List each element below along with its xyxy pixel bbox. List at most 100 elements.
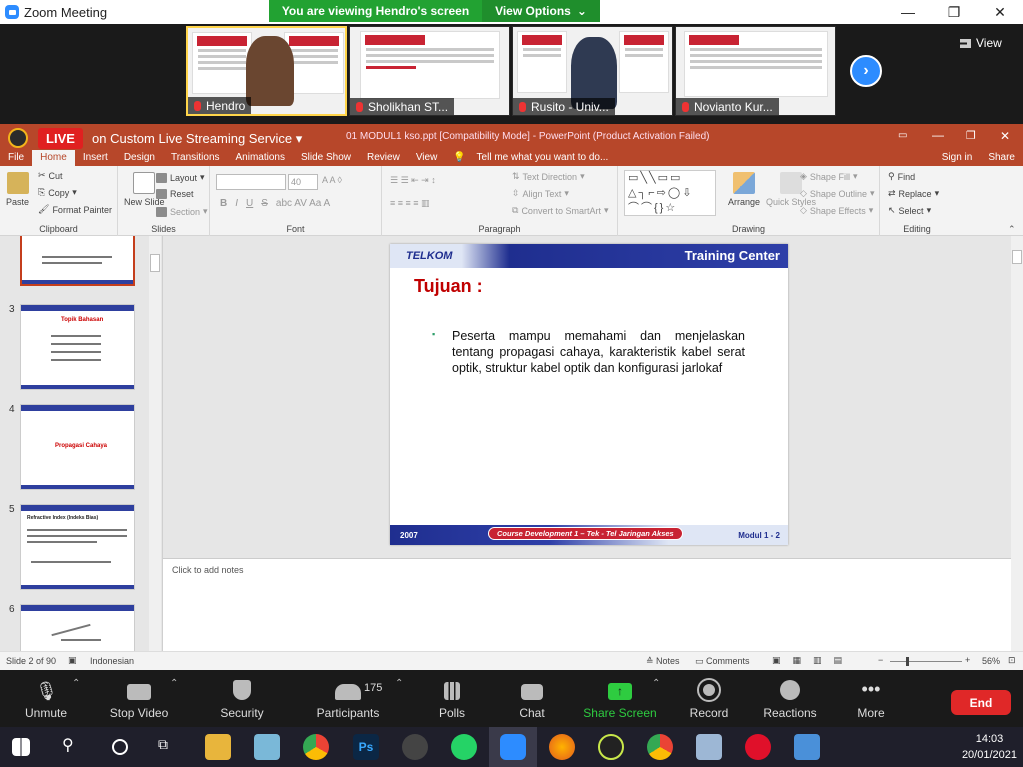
chat-button[interactable]: Chat bbox=[510, 676, 554, 726]
app-icon[interactable] bbox=[254, 734, 280, 760]
next-participants-arrow-icon[interactable]: › bbox=[850, 55, 882, 87]
list-buttons[interactable]: ☰ ☰ ⇤ ⇥ ↕ bbox=[390, 175, 436, 186]
tab-transitions[interactable]: Transitions bbox=[163, 150, 228, 166]
tab-view[interactable]: View bbox=[408, 150, 446, 166]
thumbnail-slide-6[interactable] bbox=[20, 604, 135, 651]
chrome-icon-2[interactable] bbox=[647, 734, 673, 760]
zoom-out-button[interactable]: − bbox=[878, 655, 883, 665]
thumbnail-slide-3[interactable]: Topik Bahasan bbox=[20, 304, 135, 390]
audio-options-caret[interactable]: ⌃ bbox=[72, 678, 80, 689]
zoom-app-icon[interactable] bbox=[500, 734, 526, 760]
convert-smartart-button[interactable]: ⧉ Convert to SmartArt ▾ bbox=[512, 205, 609, 216]
current-slide[interactable]: TELKOM Training Center Tujuan : ▪ Pesert… bbox=[390, 244, 788, 545]
tell-me-box[interactable]: 💡 Tell me what you want to do... bbox=[445, 150, 624, 166]
windows-start-icon[interactable] bbox=[12, 738, 30, 756]
whatsapp-icon[interactable] bbox=[451, 734, 477, 760]
tab-home[interactable]: Home bbox=[32, 150, 75, 166]
format-painter-button[interactable]: 🖌 Format Painter bbox=[38, 204, 112, 215]
tab-insert[interactable]: Insert bbox=[75, 150, 116, 166]
cut-button[interactable]: ✂ Cut bbox=[38, 170, 63, 181]
collapse-ribbon-icon[interactable]: ⌃ bbox=[1008, 224, 1016, 235]
copy-button[interactable]: ⎘ Copy ▾ bbox=[38, 187, 77, 198]
record-button[interactable]: Record bbox=[686, 676, 732, 726]
app-icon-3[interactable] bbox=[696, 734, 722, 760]
paste-button[interactable]: Paste bbox=[6, 172, 29, 207]
scrollbar-thumb[interactable] bbox=[1012, 250, 1022, 264]
tab-review[interactable]: Review bbox=[359, 150, 408, 166]
font-size-input[interactable]: 40 bbox=[288, 174, 318, 190]
reactions-button[interactable]: Reactions bbox=[760, 676, 820, 726]
fit-slide-icon[interactable]: ⊡ bbox=[1008, 655, 1016, 666]
live-streaming-title[interactable]: on Custom Live Streaming Service ▾ bbox=[92, 131, 302, 147]
view-options-button[interactable]: View Options ⌄ bbox=[482, 0, 600, 22]
task-view-icon[interactable]: ⧉ bbox=[158, 736, 168, 753]
scrollbar-thumb[interactable] bbox=[150, 254, 160, 272]
video-tile-rusito[interactable]: Rusito - Univ... bbox=[512, 26, 673, 116]
thumbnails-scrollbar[interactable] bbox=[149, 236, 161, 651]
layout-button[interactable]: Layout ▾ bbox=[156, 172, 205, 183]
share-screen-button[interactable]: ↑ Share Screen bbox=[582, 676, 658, 726]
align-text-button[interactable]: ⇳ Align Text ▾ bbox=[512, 188, 569, 199]
close-button[interactable]: ✕ bbox=[977, 0, 1023, 24]
view-button[interactable]: View bbox=[960, 36, 1002, 50]
chrome-icon[interactable] bbox=[303, 734, 329, 760]
thumbnail-slide-2[interactable] bbox=[20, 236, 135, 286]
video-tile-novianto[interactable]: Novianto Kur... bbox=[675, 26, 836, 116]
unmute-button[interactable]: 🎙 Unmute bbox=[18, 676, 74, 726]
cortana-icon[interactable] bbox=[112, 739, 128, 755]
slide-heading[interactable]: Tujuan : bbox=[414, 276, 483, 297]
language[interactable]: Indonesian bbox=[90, 656, 134, 666]
ppt-restore-button[interactable]: ❐ bbox=[966, 129, 976, 142]
share-options-caret[interactable]: ⌃ bbox=[652, 678, 660, 689]
zoom-slider-thumb[interactable] bbox=[906, 657, 909, 666]
editor-scrollbar[interactable] bbox=[1011, 236, 1023, 651]
opera-icon[interactable] bbox=[745, 734, 771, 760]
text-direction-button[interactable]: ⇅ Text Direction ▾ bbox=[512, 171, 585, 182]
share-button[interactable]: Share bbox=[980, 150, 1023, 166]
file-explorer-icon[interactable] bbox=[205, 734, 231, 760]
tab-file[interactable]: File bbox=[0, 150, 32, 166]
app-icon-2[interactable] bbox=[598, 734, 624, 760]
select-button[interactable]: ↖ Select ▾ bbox=[888, 205, 931, 216]
polls-button[interactable]: Polls bbox=[430, 676, 474, 726]
participants-options-caret[interactable]: ⌃ bbox=[395, 678, 403, 689]
video-tile-sholikhan[interactable]: Sholikhan ST... bbox=[349, 26, 510, 116]
font-format-buttons[interactable]: BIUS abc AV Aa A bbox=[220, 198, 330, 209]
photoshop-icon[interactable]: Ps bbox=[353, 734, 379, 760]
shape-outline-button[interactable]: ◇ Shape Outline ▾ bbox=[800, 188, 875, 199]
ppt-close-button[interactable]: ✕ bbox=[1000, 129, 1010, 143]
notes-button[interactable]: ≙ Notes bbox=[646, 656, 680, 667]
end-meeting-button[interactable]: End bbox=[951, 690, 1011, 715]
font-grow-buttons[interactable]: A A ◊ bbox=[322, 175, 342, 185]
view-buttons[interactable]: ▣▦▥▤ bbox=[772, 655, 854, 666]
firefox-icon[interactable] bbox=[549, 734, 575, 760]
maximize-button[interactable]: ❐ bbox=[931, 0, 977, 24]
tab-animations[interactable]: Animations bbox=[228, 150, 293, 166]
minimize-button[interactable]: — bbox=[885, 0, 931, 24]
align-buttons[interactable]: ≡ ≡ ≡ ≡ ▥ bbox=[390, 198, 430, 209]
more-button[interactable]: ••• More bbox=[850, 676, 892, 726]
shape-fill-button[interactable]: ◈ Shape Fill ▾ bbox=[800, 171, 857, 182]
reset-button[interactable]: Reset bbox=[156, 189, 194, 199]
security-button[interactable]: Security bbox=[214, 676, 270, 726]
spellcheck-icon[interactable]: ▣ bbox=[68, 655, 77, 666]
sign-in-link[interactable]: Sign in bbox=[934, 150, 981, 166]
comments-button[interactable]: ▭ Comments bbox=[695, 656, 750, 667]
zoom-in-button[interactable]: + bbox=[965, 655, 970, 665]
obs-icon[interactable] bbox=[402, 734, 428, 760]
slide-bullet-text[interactable]: Peserta mampu memahami dan menjelaskan t… bbox=[452, 328, 745, 376]
shapes-gallery[interactable]: ▭╲╲▭▭ △┐⌐⇨◯⇩ ⌒⌒{}☆ bbox=[624, 170, 716, 216]
arrange-button[interactable]: Arrange bbox=[728, 172, 760, 207]
taskbar-clock[interactable]: 14:03 20/01/2021 bbox=[962, 731, 1017, 763]
slide-thumbnails-pane[interactable]: 3 Topik Bahasan 4 Propagasi Cahaya 5 Ref… bbox=[0, 236, 163, 651]
stop-video-button[interactable]: Stop Video bbox=[104, 676, 174, 726]
replace-button[interactable]: ⇄ Replace ▾ bbox=[888, 188, 939, 199]
thumbnail-slide-5[interactable]: Refractive Index (Indeks Bias) bbox=[20, 504, 135, 590]
tab-slide-show[interactable]: Slide Show bbox=[293, 150, 359, 166]
zoom-percent[interactable]: 56% bbox=[982, 656, 1000, 666]
tab-design[interactable]: Design bbox=[116, 150, 163, 166]
shape-effects-button[interactable]: ◇ Shape Effects ▾ bbox=[800, 205, 873, 216]
zoom-slider[interactable] bbox=[890, 657, 962, 666]
photos-icon[interactable] bbox=[794, 734, 820, 760]
live-badge[interactable]: LIVE bbox=[38, 128, 83, 149]
